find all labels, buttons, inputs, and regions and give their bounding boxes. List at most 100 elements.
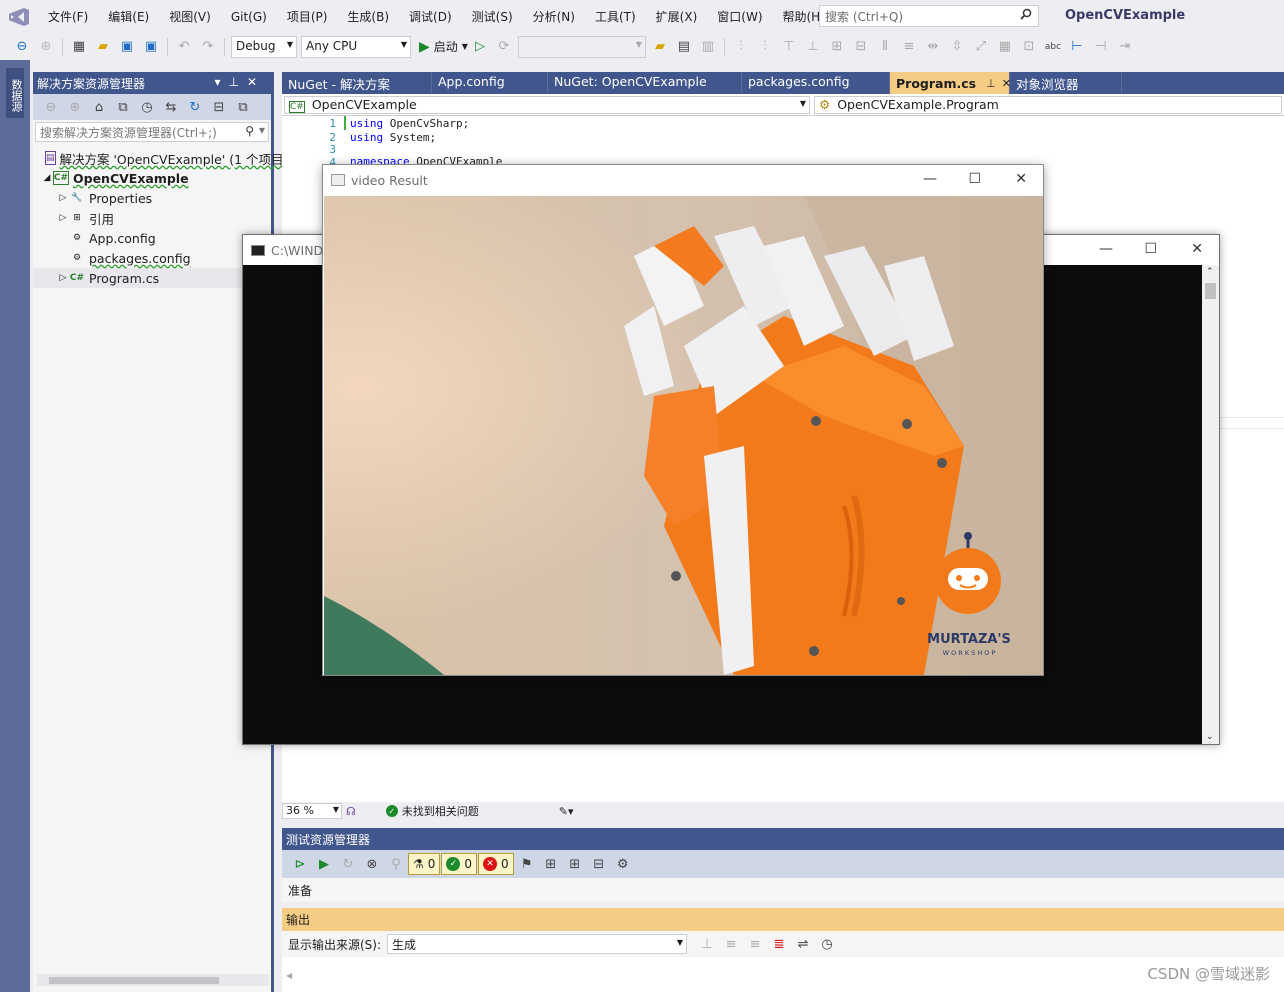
output-source-dropdown[interactable]: 生成 ▼ <box>387 934 688 954</box>
platform-dropdown[interactable]: Any CPU ▼ <box>301 35 411 58</box>
spell-check-icon[interactable]: abc <box>1043 37 1063 57</box>
align-right-icon[interactable]: ⫶ <box>755 37 775 57</box>
type-nav-dropdown[interactable]: ⚙ OpenCVExample.Program <box>814 96 1282 114</box>
spacing-icon[interactable]: ⫴ <box>875 37 895 57</box>
close-icon[interactable]: ✕ <box>1191 241 1203 257</box>
start-without-debugging-icon[interactable]: ▷ <box>470 37 490 57</box>
menu-project[interactable]: 项目(P) <box>277 8 338 25</box>
tab-object-browser[interactable]: 对象浏览器 <box>1010 72 1122 94</box>
center-vertical-icon[interactable]: ⊟ <box>851 37 871 57</box>
filter-icon[interactable]: ⚲ <box>386 854 406 874</box>
hot-reload-icon[interactable]: ⟳ <box>494 37 514 57</box>
tree-item-packages-config[interactable]: ⚙ packages.config <box>33 248 271 268</box>
tree-item-project[interactable]: ◢ C# OpenCVExample <box>33 168 271 188</box>
tree-item-properties[interactable]: ▷ 🔧 Properties <box>33 188 271 208</box>
search-input[interactable]: 搜索 (Ctrl+Q) <box>819 5 1039 27</box>
collapsed-icon[interactable]: ▷ <box>57 193 69 203</box>
scroll-left-icon[interactable]: ◀ <box>286 971 292 980</box>
tab-program-cs[interactable]: Program.cs ⊥✕ <box>890 72 1011 94</box>
tab-packages-config[interactable]: packages.config <box>742 72 890 94</box>
cancel-icon[interactable]: ⊗ <box>362 854 382 874</box>
minimize-icon[interactable]: — <box>1099 241 1113 257</box>
menu-git[interactable]: Git(G) <box>221 10 277 24</box>
zoom-dropdown[interactable]: 36 % ▼ <box>282 803 342 819</box>
menu-test[interactable]: 测试(S) <box>462 8 523 25</box>
maximize-icon[interactable]: ☐ <box>968 171 981 187</box>
size-width-icon[interactable]: ⇹ <box>923 37 943 57</box>
previous-message-icon[interactable]: ≡ <box>721 934 741 954</box>
rerun-icon[interactable]: ↻ <box>338 854 358 874</box>
menu-view[interactable]: 视图(V) <box>159 8 221 25</box>
run-all-icon[interactable]: ⊳ <box>290 854 310 874</box>
intellicode-icon[interactable]: ☊ <box>346 805 356 818</box>
data-sources-tab[interactable]: 数据源 <box>6 68 24 118</box>
pin-icon[interactable]: ⊥ <box>228 75 246 89</box>
save-all-icon[interactable]: ▣ <box>141 37 161 57</box>
pin-icon[interactable]: ⊥ <box>986 77 1002 90</box>
menu-analyze[interactable]: 分析(N) <box>523 8 585 25</box>
next-message-icon[interactable]: ≡ <box>745 934 765 954</box>
menu-file[interactable]: 文件(F) <box>38 8 98 25</box>
menu-build[interactable]: 生成(B) <box>337 8 399 25</box>
open-file-icon[interactable]: ▰ <box>93 37 113 57</box>
window-layout-icon[interactable]: ▤ <box>674 37 694 57</box>
quick-actions-icon[interactable]: ✎▾ <box>559 805 574 818</box>
sync-active-document-icon[interactable]: ⇆ <box>161 97 181 117</box>
maximize-icon[interactable]: ☐ <box>1144 241 1157 257</box>
center-horizontal-icon[interactable]: ⊞ <box>827 37 847 57</box>
scroll-up-icon[interactable]: ⌃ <box>1206 267 1214 277</box>
open-folder-icon[interactable]: ▰ <box>650 37 670 57</box>
total-tests-badge[interactable]: ⚗ 0 <box>408 853 441 875</box>
collapse-all-icon[interactable]: ⊟ <box>589 854 609 874</box>
size-height-icon[interactable]: ⇳ <box>947 37 967 57</box>
grid-icon[interactable]: ▦ <box>995 37 1015 57</box>
output-text-area[interactable]: ◀ <box>282 957 1284 992</box>
forward-icon[interactable]: ⊕ <box>36 37 56 57</box>
console-vertical-scrollbar[interactable]: ⌃ ⌄ <box>1202 265 1219 744</box>
spacing-vertical-icon[interactable]: ≡ <box>899 37 919 57</box>
video-title-bar[interactable]: video Result — ☐ ✕ <box>323 165 1043 195</box>
indent-icon[interactable]: ⇥ <box>1115 37 1135 57</box>
switch-views-icon[interactable]: ⧉ <box>113 97 133 117</box>
failed-tests-badge[interactable]: ✕ 0 <box>478 853 514 875</box>
align-bottom-icon[interactable]: ⊥ <box>803 37 823 57</box>
close-icon[interactable]: ✕ <box>247 75 265 89</box>
scrollbar-thumb[interactable] <box>49 977 219 984</box>
redo-icon[interactable]: ↷ <box>198 37 218 57</box>
run-icon[interactable]: ▶ <box>314 854 334 874</box>
tab-nuget-solution[interactable]: NuGet - 解决方案 <box>282 72 432 94</box>
playlist-icon[interactable]: ⚑ <box>517 854 537 874</box>
back-icon[interactable]: ⊖ <box>41 97 61 117</box>
find-message-icon[interactable]: ⊥ <box>697 934 717 954</box>
refresh-icon[interactable]: ↻ <box>185 97 205 117</box>
align-left-icon[interactable]: ⫶ <box>731 37 751 57</box>
menu-window[interactable]: 窗口(W) <box>707 8 772 25</box>
tab-nuget-project[interactable]: NuGet: OpenCVExample <box>548 72 742 94</box>
home-icon[interactable]: ⌂ <box>89 97 109 117</box>
passed-tests-badge[interactable]: ✓ 0 <box>441 853 478 875</box>
chevron-down-icon[interactable]: ▼ <box>259 126 265 135</box>
undo-icon[interactable]: ↶ <box>174 37 194 57</box>
video-result-window[interactable]: video Result — ☐ ✕ MURTAZA'S W O R K S H… <box>322 164 1044 676</box>
toolbar-icon[interactable]: ▥ <box>698 37 718 57</box>
collapse-all-icon[interactable]: ⊟ <box>209 97 229 117</box>
close-icon[interactable]: ✕ <box>1015 171 1027 187</box>
size-both-icon[interactable]: ⤢ <box>971 37 991 57</box>
word-wrap-icon[interactable]: ⇌ <box>793 934 813 954</box>
tree-item-app-config[interactable]: ⚙ App.config <box>33 228 271 248</box>
tab-order-icon[interactable]: ⊡ <box>1019 37 1039 57</box>
chevron-down-icon[interactable]: ▾ <box>214 75 228 89</box>
horizontal-scrollbar[interactable] <box>37 974 269 986</box>
scroll-down-icon[interactable]: ⌄ <box>1206 732 1214 742</box>
menu-debug[interactable]: 调试(D) <box>399 8 462 25</box>
visual-studio-logo-icon[interactable] <box>0 0 38 33</box>
project-nav-dropdown[interactable]: C# OpenCVExample ▼ <box>284 96 810 114</box>
save-icon[interactable]: ▣ <box>117 37 137 57</box>
group-by-icon[interactable]: ⊞ <box>541 854 561 874</box>
menu-edit[interactable]: 编辑(E) <box>98 8 159 25</box>
align-top-icon[interactable]: ⊤ <box>779 37 799 57</box>
comment-icon[interactable]: ⊢ <box>1067 37 1087 57</box>
tree-item-program-cs[interactable]: ▷ C# Program.cs <box>33 268 271 288</box>
uncomment-icon[interactable]: ⊣ <box>1091 37 1111 57</box>
minimize-icon[interactable]: — <box>923 171 937 187</box>
